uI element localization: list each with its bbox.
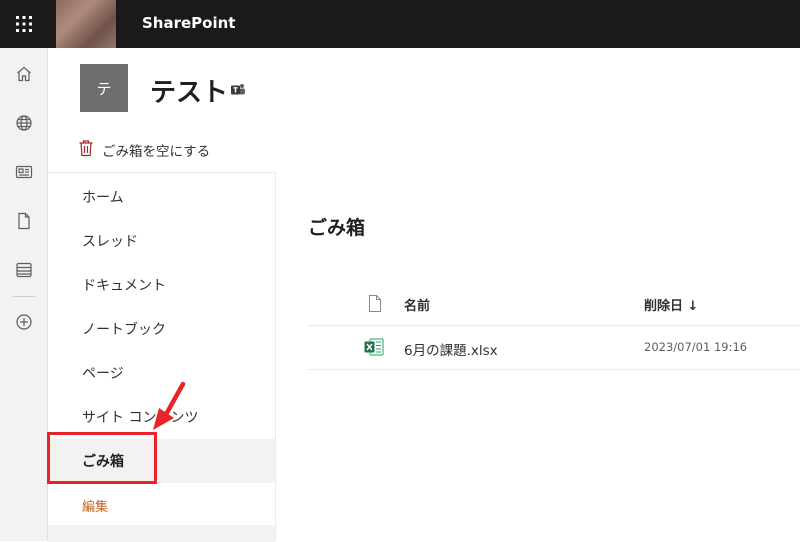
site-title[interactable]: テスト (150, 72, 228, 109)
trash-icon (78, 139, 94, 161)
nav-item-notebook[interactable]: ノートブック (48, 307, 275, 351)
file-icon[interactable] (0, 197, 48, 245)
left-navigation: ホーム スレッド ドキュメント ノートブック ページ サイト コンテンツ ごみ箱… (48, 172, 276, 542)
suite-header: SharePoint (0, 0, 800, 48)
waffle-icon[interactable] (0, 0, 48, 48)
column-header-deleted-date[interactable]: 削除日 ↓ (644, 295, 698, 314)
nav-edit-link[interactable]: 編集 (48, 483, 275, 527)
annotation-highlight-box (47, 432, 157, 484)
file-type-icon[interactable] (368, 295, 382, 316)
globe-icon[interactable] (0, 99, 48, 147)
site-logo[interactable]: テ (80, 64, 128, 112)
excel-file-icon (364, 338, 384, 360)
nav-item-home[interactable]: ホーム (48, 175, 275, 219)
file-name-link[interactable]: 6月の課題.xlsx (404, 339, 498, 359)
page-title: ごみ箱 (308, 217, 366, 239)
list-header: 名前 削除日 ↓ (308, 282, 800, 326)
table-row[interactable]: 6月の課題.xlsx 2023/07/01 19:16 (308, 326, 800, 370)
add-icon[interactable] (0, 298, 48, 346)
empty-recycle-bin-label: ごみ箱を空にする (102, 144, 211, 160)
app-name[interactable]: SharePoint (142, 14, 235, 32)
rail-divider (12, 296, 36, 297)
nav-item-threads[interactable]: スレッド (48, 219, 275, 263)
home-icon[interactable] (0, 50, 48, 98)
empty-recycle-bin-button[interactable]: ごみ箱を空にする (78, 138, 210, 162)
nav-item-documents[interactable]: ドキュメント (48, 263, 275, 307)
avatar[interactable] (56, 0, 116, 48)
news-icon[interactable] (0, 148, 48, 196)
column-header-name[interactable]: 名前 (404, 295, 430, 314)
app-bar (0, 48, 48, 541)
teams-icon[interactable] (230, 82, 246, 102)
nav-footer (48, 525, 275, 542)
deleted-date-cell: 2023/07/01 19:16 (644, 340, 748, 354)
lists-icon[interactable] (0, 246, 48, 294)
